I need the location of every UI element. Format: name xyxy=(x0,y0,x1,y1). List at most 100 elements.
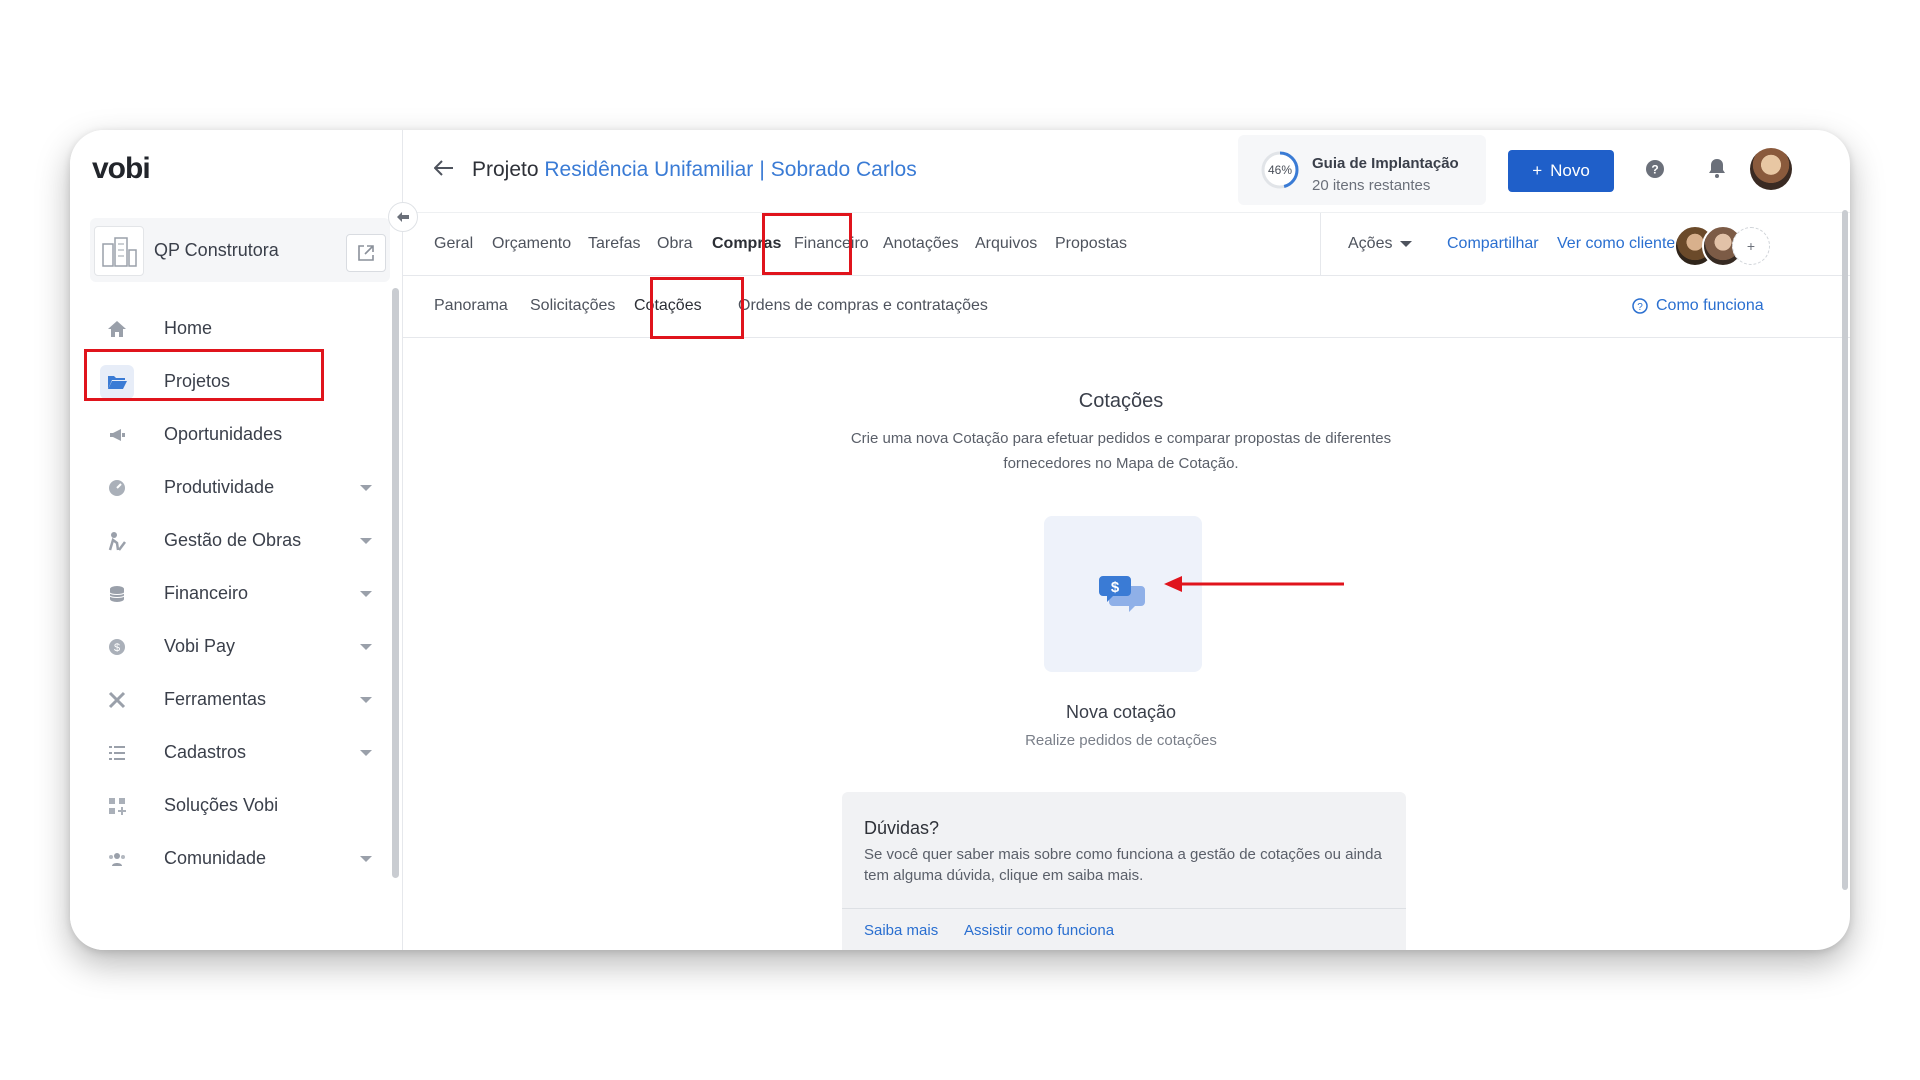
tab-divider xyxy=(1320,213,1321,275)
bell-icon xyxy=(1709,159,1725,178)
new-button-label: Novo xyxy=(1550,161,1590,180)
actions-dropdown[interactable]: Ações xyxy=(1348,235,1413,253)
faq-box: Dúvidas? Se você quer saber mais sobre c… xyxy=(842,792,1406,950)
svg-text:?: ? xyxy=(1637,302,1643,313)
chevron-down-icon[interactable] xyxy=(360,484,372,491)
sidebar-item-home[interactable]: Home xyxy=(70,302,402,355)
tab-tarefas[interactable]: Tarefas xyxy=(588,235,640,253)
chevron-down-icon[interactable] xyxy=(360,590,372,597)
title-prefix: Projeto xyxy=(472,158,539,181)
sidebar-item-label: Home xyxy=(164,318,213,338)
sidebar-item-cadastros[interactable]: Cadastros xyxy=(70,726,402,779)
new-button[interactable]: + Novo xyxy=(1508,150,1614,192)
collapse-sidebar-button[interactable] xyxy=(388,202,418,232)
people-icon xyxy=(100,842,134,876)
company-selector[interactable]: QP Construtora xyxy=(90,218,390,282)
top-bar: Projeto Residência Unifamiliar | Sobrado C… xyxy=(402,130,1850,210)
app-window: vobi QP Construtora Home Projetos Oportu… xyxy=(70,130,1850,950)
tab-obra[interactable]: Obra xyxy=(657,235,693,253)
sidebar-scrollbar[interactable] xyxy=(392,288,399,878)
sidebar-item-oportunidades[interactable]: Oportunidades xyxy=(70,408,402,461)
coins-icon xyxy=(100,577,134,611)
arrow-left-icon xyxy=(433,160,453,176)
chevron-down-icon[interactable] xyxy=(360,537,372,544)
project-tabs: Geral Orçamento Tarefas Obra Compras Fin… xyxy=(402,212,1850,276)
company-name: QP Construtora xyxy=(154,240,279,260)
sidebar-item-solucoes[interactable]: Soluções Vobi xyxy=(70,779,402,832)
chevron-down-icon[interactable] xyxy=(360,855,372,862)
highlight-compras-tab xyxy=(762,213,852,275)
purchase-subtabs: Panorama Solicitações Cotações Ordens de… xyxy=(402,275,1850,338)
page-title: Projeto Residência Unifamiliar | Sobrado C… xyxy=(472,158,917,182)
how-it-works-label: Como funciona xyxy=(1656,297,1764,314)
sidebar-item-financeiro[interactable]: Financeiro xyxy=(70,567,402,620)
content-scrollbar[interactable] xyxy=(1842,210,1848,890)
faq-divider xyxy=(842,908,1406,909)
client-name-link[interactable]: Sobrado Carlos xyxy=(771,158,917,181)
tools-icon xyxy=(100,683,134,717)
guide-percent: 46% xyxy=(1267,163,1293,177)
share-link[interactable]: Compartilhar xyxy=(1447,235,1539,253)
question-circle-icon: ? xyxy=(1646,160,1664,178)
dollar-coin-icon: $ xyxy=(100,630,134,664)
sidebar-item-label: Produtividade xyxy=(164,477,275,497)
sidebar-item-label: Vobi Pay xyxy=(164,636,236,656)
plus-icon: + xyxy=(1532,161,1543,180)
question-outline-icon: ? xyxy=(1632,298,1648,314)
sidebar-item-ferramentas[interactable]: Ferramentas xyxy=(70,673,402,726)
watch-how-it-works-link[interactable]: Assistir como funciona xyxy=(964,922,1114,939)
add-member-button[interactable]: + xyxy=(1732,227,1770,265)
tab-geral[interactable]: Geral xyxy=(434,235,473,253)
sidebar-item-label: Ferramentas xyxy=(164,689,267,709)
actions-label: Ações xyxy=(1348,235,1393,252)
section-title: Cotações xyxy=(1078,390,1164,412)
tab-anotacoes[interactable]: Anotações xyxy=(883,235,959,253)
view-as-client-link[interactable]: Ver como cliente xyxy=(1557,235,1675,253)
sidebar-item-label: Financeiro xyxy=(164,583,249,603)
sidebar-item-label: Gestão de Obras xyxy=(164,530,302,550)
main-content: Cotações Crie uma nova Cotação para efet… xyxy=(402,338,1840,950)
chevron-down-icon xyxy=(1400,240,1413,247)
sidebar-item-produtividade[interactable]: Produtividade xyxy=(70,461,402,514)
chevron-down-icon[interactable] xyxy=(360,749,372,756)
tab-propostas[interactable]: Propostas xyxy=(1055,235,1127,253)
notifications-button[interactable] xyxy=(1708,158,1726,183)
guide-subtitle: 20 itens restantes xyxy=(1312,177,1431,194)
help-button[interactable]: ? xyxy=(1645,159,1665,184)
new-quote-card[interactable]: $ xyxy=(1044,516,1202,672)
section-description: Crie uma nova Cotação para efetuar pedid… xyxy=(850,430,1392,472)
guide-title: Guia de Implantação xyxy=(1312,155,1459,172)
sidebar-item-gestao-obras[interactable]: Gestão de Obras xyxy=(70,514,402,567)
new-quote-title: Nova cotação xyxy=(1065,702,1177,722)
learn-more-link[interactable]: Saiba mais xyxy=(864,922,938,939)
list-icon xyxy=(100,736,134,770)
how-it-works-link[interactable]: ? Como funciona xyxy=(1632,297,1764,315)
team-avatars[interactable]: + xyxy=(1674,225,1770,267)
subtab-panorama[interactable]: Panorama xyxy=(434,297,508,315)
apps-icon xyxy=(100,789,134,823)
external-link-icon xyxy=(358,245,374,261)
tab-orcamento[interactable]: Orçamento xyxy=(492,235,571,253)
gauge-icon xyxy=(100,471,134,505)
sidebar-item-label: Oportunidades xyxy=(164,424,283,444)
tab-arquivos[interactable]: Arquivos xyxy=(975,235,1037,253)
open-external-button[interactable] xyxy=(346,234,386,272)
subtab-ordens[interactable]: Ordens de compras e contratações xyxy=(738,297,988,315)
chevron-down-icon[interactable] xyxy=(360,696,372,703)
sidebar-item-comunidade[interactable]: Comunidade xyxy=(70,832,402,885)
project-name-link[interactable]: Residência Unifamiliar xyxy=(544,158,753,181)
user-avatar[interactable] xyxy=(1750,148,1792,190)
annotation-arrow-icon xyxy=(1164,576,1344,592)
faq-title: Dúvidas? xyxy=(864,818,940,838)
sidebar: vobi QP Construtora Home Projetos Oportu… xyxy=(70,130,403,950)
sidebar-item-label: Soluções Vobi xyxy=(164,795,279,815)
home-icon xyxy=(100,312,134,346)
sidebar-item-vobi-pay[interactable]: $ Vobi Pay xyxy=(70,620,402,673)
svg-text:?: ? xyxy=(1651,163,1658,177)
back-button[interactable] xyxy=(433,160,454,181)
implementation-guide[interactable]: 46% Guia de Implantação 20 itens restant… xyxy=(1238,135,1486,205)
svg-text:$: $ xyxy=(1111,579,1120,596)
chevron-down-icon[interactable] xyxy=(360,643,372,650)
svg-text:$: $ xyxy=(114,642,120,654)
subtab-solicitacoes[interactable]: Solicitações xyxy=(530,297,615,315)
